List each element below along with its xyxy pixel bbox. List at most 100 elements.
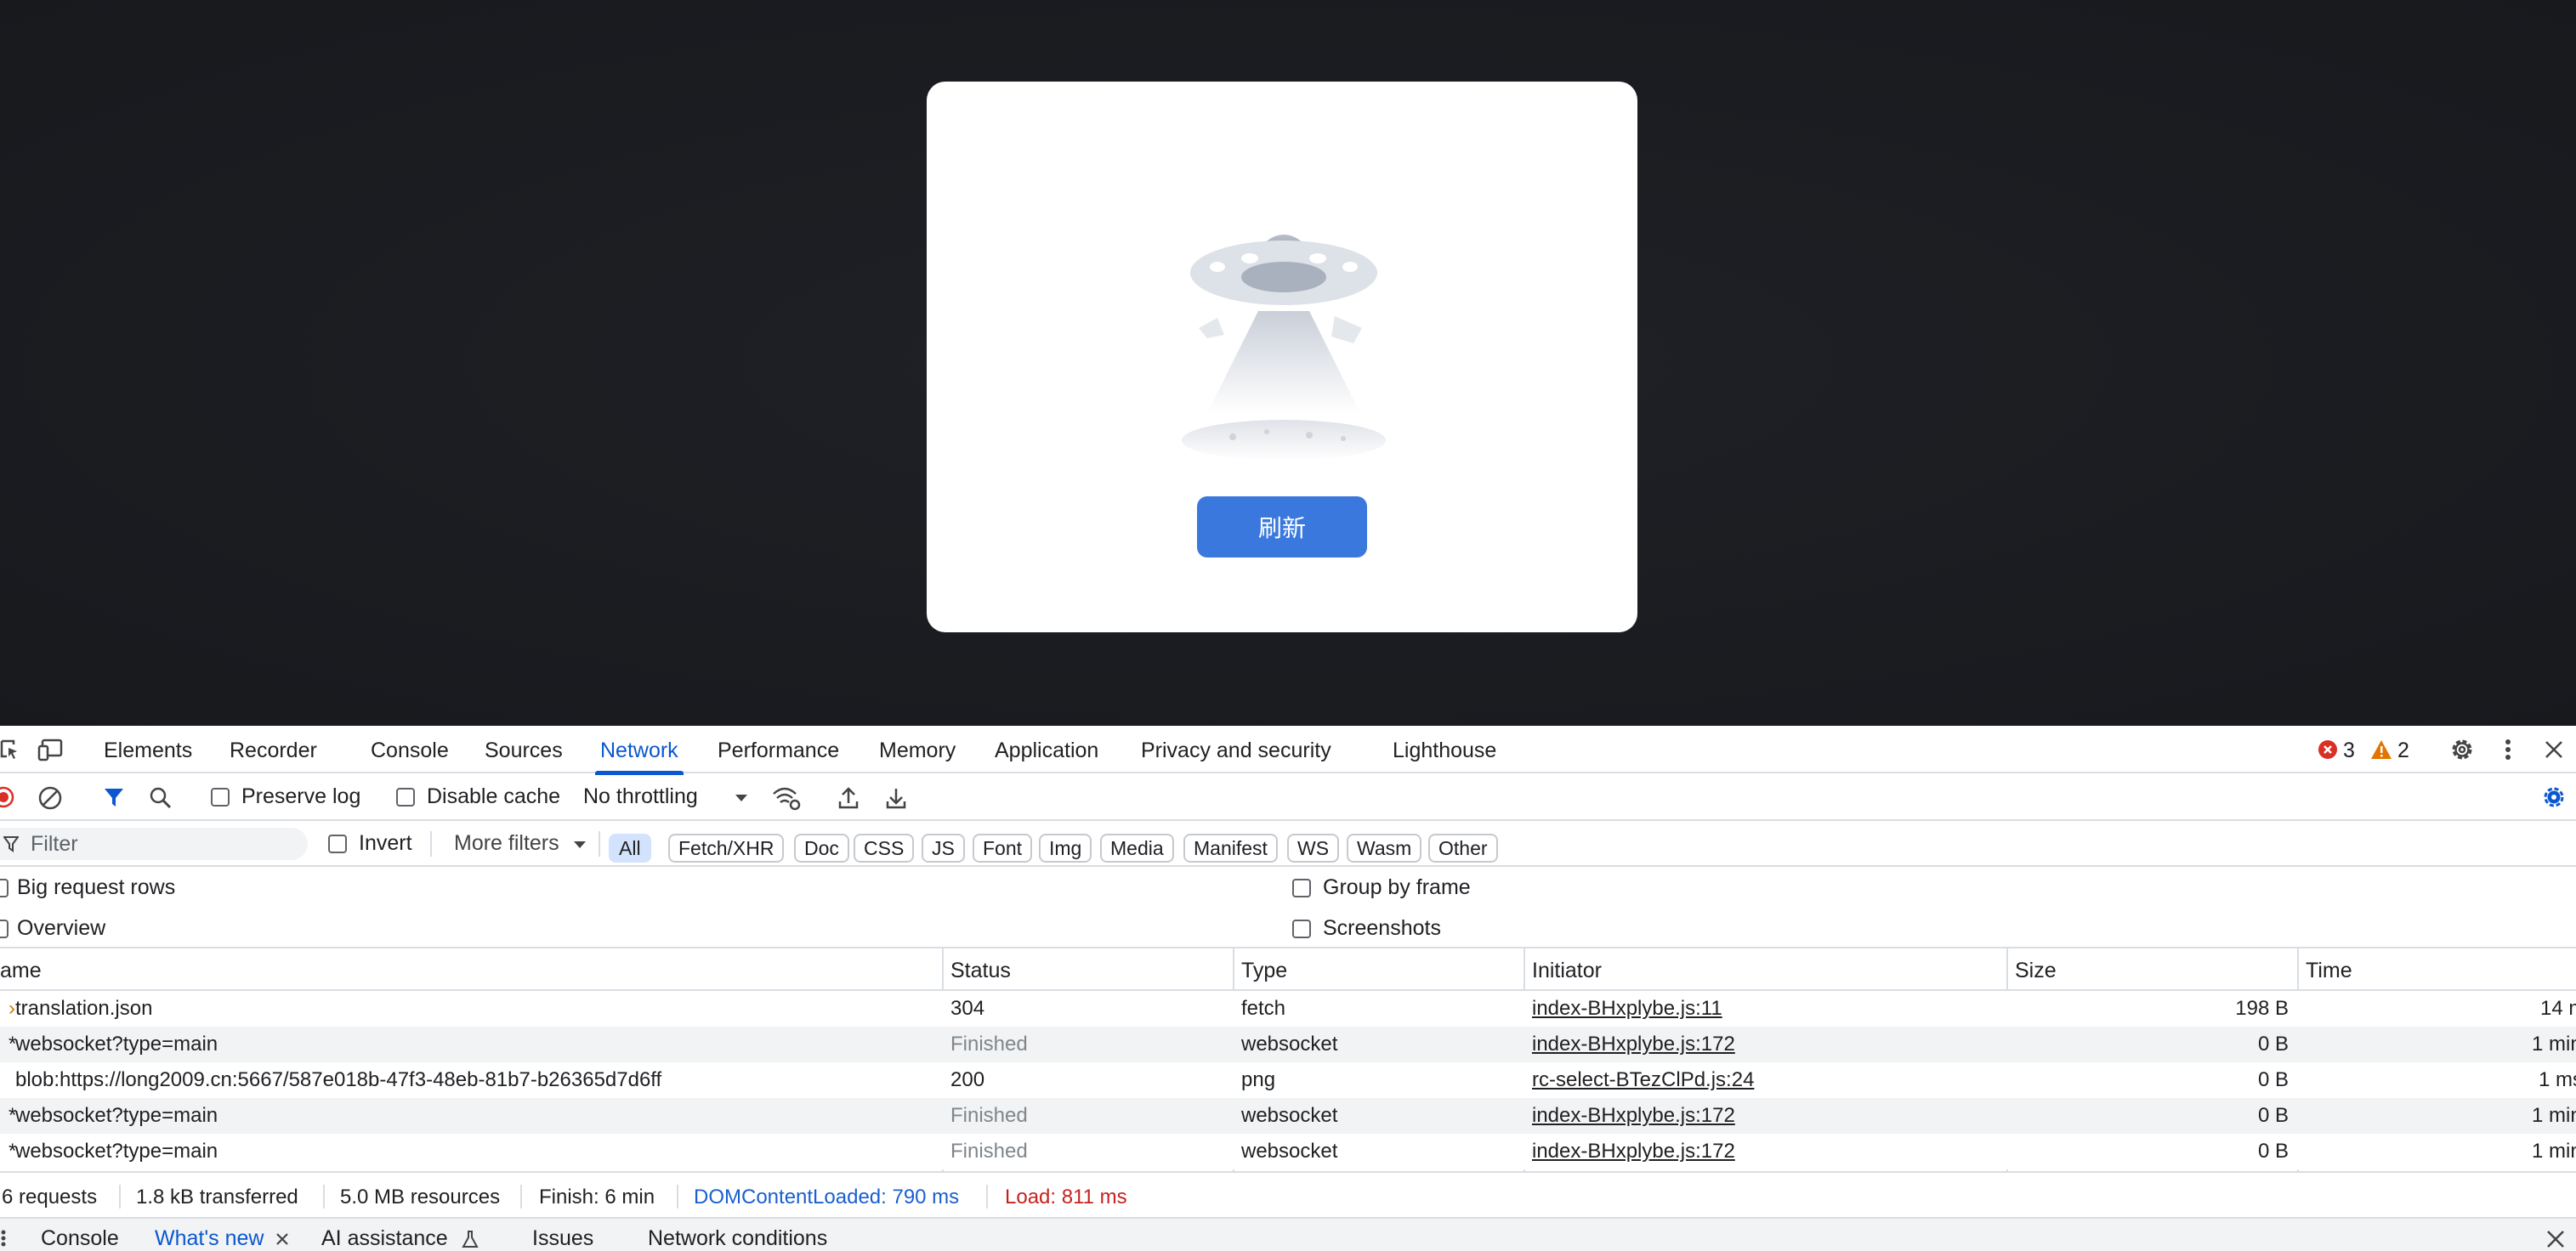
drawer-tab-network-conditions[interactable]: Network conditions xyxy=(648,1219,827,1251)
column-type[interactable]: Type xyxy=(1233,948,1287,991)
error-count[interactable]: 3 xyxy=(2343,726,2355,773)
chip-img[interactable]: Img xyxy=(1039,834,1092,863)
throttling-dropdown-icon[interactable] xyxy=(735,794,748,802)
drawer-tab-issues[interactable]: Issues xyxy=(532,1219,593,1251)
import-har-icon[interactable] xyxy=(837,785,860,811)
request-time: 14 ms xyxy=(2540,997,2576,1020)
record-stop-icon[interactable] xyxy=(0,786,17,808)
drawer-tab-ai-assistance[interactable]: AI assistance xyxy=(321,1219,448,1251)
chip-font[interactable]: Font xyxy=(973,834,1033,863)
chip-other[interactable]: Other xyxy=(1428,834,1498,863)
drawer-menu-icon[interactable] xyxy=(0,1227,7,1249)
preserve-log-checkbox[interactable] xyxy=(211,788,230,807)
chip-wasm[interactable]: Wasm xyxy=(1347,834,1422,863)
tab-performance[interactable]: Performance xyxy=(718,726,839,773)
screenshots-checkbox[interactable] xyxy=(1292,920,1311,938)
search-icon[interactable] xyxy=(148,785,173,811)
chip-css[interactable]: CSS xyxy=(854,834,915,863)
request-size: 198 B xyxy=(2235,997,2289,1020)
more-filters-dropdown-icon[interactable] xyxy=(573,840,587,850)
table-row[interactable]: * websocket?type=main Finished websocket… xyxy=(0,1098,2576,1134)
filter-funnel-icon[interactable] xyxy=(102,785,126,809)
request-name[interactable]: websocket?type=main xyxy=(7,1027,942,1062)
more-filters-button[interactable]: More filters xyxy=(454,831,559,856)
export-har-icon[interactable] xyxy=(884,785,908,811)
network-settings-gear-icon[interactable] xyxy=(2540,784,2567,811)
summary-bar: 6 requests 1.8 kB transferred 5.0 MB res… xyxy=(0,1171,2576,1219)
settings-gear-icon[interactable] xyxy=(2448,736,2476,763)
inspect-element-icon[interactable] xyxy=(0,738,19,761)
chip-doc[interactable]: Doc xyxy=(794,834,849,863)
close-drawer-icon[interactable] xyxy=(2545,1229,2566,1249)
chip-ws[interactable]: WS xyxy=(1287,834,1340,863)
filter-input[interactable]: Filter xyxy=(31,832,78,857)
chip-all[interactable]: All xyxy=(609,834,651,863)
column-status[interactable]: Status xyxy=(942,948,1011,991)
request-name[interactable]: blob:https://long2009.cn:5667/587e018b-4… xyxy=(7,1062,942,1098)
tab-elements[interactable]: Elements xyxy=(104,726,192,773)
table-row[interactable]: * websocket?type=main Finished websocket… xyxy=(0,1027,2576,1062)
table-row[interactable]: * websocket?type=main Finished websocket… xyxy=(0,1134,2576,1169)
request-initiator-link[interactable]: index-BHxplybe.js:172 xyxy=(1523,1098,2006,1134)
devtools-panel: Elements Recorder Console Sources Networ… xyxy=(0,726,2576,1251)
request-initiator-link[interactable]: index-BHxplybe.js:11 xyxy=(1523,991,2006,1027)
filter-input-box[interactable]: Filter xyxy=(0,828,308,860)
tab-application[interactable]: Application xyxy=(995,726,1098,773)
requests-table: ame Status Type Initiator Size Time › tr… xyxy=(0,948,2576,1219)
summary-load: Load: 811 ms xyxy=(1005,1186,1127,1209)
column-time[interactable]: Time xyxy=(2297,948,2352,991)
table-row[interactable]: blob:https://long2009.cn:5667/587e018b-4… xyxy=(0,1062,2576,1098)
warning-count[interactable]: 2 xyxy=(2397,726,2409,773)
tab-network[interactable]: Network xyxy=(595,726,684,775)
request-status: 200 xyxy=(950,1068,985,1091)
table-row[interactable]: › translation.json 304 fetch index-BHxpl… xyxy=(0,991,2576,1027)
tab-privacy-security[interactable]: Privacy and security xyxy=(1141,726,1331,773)
device-toolbar-icon[interactable] xyxy=(37,738,65,761)
summary-divider xyxy=(323,1185,325,1209)
overview-label: Overview xyxy=(17,916,106,940)
close-tab-icon[interactable] xyxy=(274,1231,291,1248)
group-by-frame-checkbox[interactable] xyxy=(1292,879,1311,897)
invert-checkbox[interactable] xyxy=(328,835,347,853)
request-size: 0 B xyxy=(2257,1033,2289,1056)
tab-console[interactable]: Console xyxy=(371,726,449,773)
big-request-rows-checkbox[interactable] xyxy=(0,879,9,897)
request-name[interactable]: websocket?type=main xyxy=(7,1134,942,1169)
refresh-button[interactable]: 刷新 xyxy=(1197,496,1367,558)
tab-memory[interactable]: Memory xyxy=(879,726,956,773)
tab-lighthouse[interactable]: Lighthouse xyxy=(1393,726,1496,773)
table-body: › translation.json 304 fetch index-BHxpl… xyxy=(0,991,2576,1171)
chip-fetch-xhr[interactable]: Fetch/XHR xyxy=(668,834,785,863)
request-size: 0 B xyxy=(2257,1068,2289,1091)
drawer-tab-whats-new[interactable]: What's new xyxy=(155,1219,264,1251)
request-initiator-link[interactable]: index-BHxplybe.js:172 xyxy=(1523,1134,2006,1169)
tab-recorder[interactable]: Recorder xyxy=(230,726,317,773)
summary-domcontentloaded: DOMContentLoaded: 790 ms xyxy=(694,1186,960,1209)
request-time: 1 ms xyxy=(2539,1068,2576,1091)
request-status: Finished xyxy=(950,1033,1028,1056)
chip-manifest[interactable]: Manifest xyxy=(1183,834,1278,863)
drawer-tab-console[interactable]: Console xyxy=(41,1219,119,1251)
request-initiator-link[interactable]: rc-select-BTezClPd.js:24 xyxy=(1523,1062,2006,1098)
request-size: 0 B xyxy=(2257,1104,2289,1127)
request-initiator-link[interactable]: index-BHxplybe.js:172 xyxy=(1523,1027,2006,1062)
request-name[interactable]: websocket?type=main xyxy=(7,1098,942,1134)
error-icon[interactable] xyxy=(2318,739,2338,760)
column-name[interactable]: ame xyxy=(0,948,42,991)
chip-js[interactable]: JS xyxy=(922,834,965,863)
tab-sources[interactable]: Sources xyxy=(485,726,563,773)
close-devtools-icon[interactable] xyxy=(2542,738,2566,761)
disable-cache-checkbox[interactable] xyxy=(396,788,415,807)
request-name[interactable]: translation.json xyxy=(7,991,942,1027)
network-conditions-icon[interactable] xyxy=(772,785,801,811)
more-options-icon[interactable] xyxy=(2501,736,2515,763)
request-status: Finished xyxy=(950,1104,1028,1127)
chip-media[interactable]: Media xyxy=(1100,834,1174,863)
overview-checkbox[interactable] xyxy=(0,920,9,938)
clear-log-icon[interactable] xyxy=(37,785,63,811)
throttling-select[interactable]: No throttling xyxy=(583,784,698,809)
column-size[interactable]: Size xyxy=(2006,948,2057,991)
summary-divider xyxy=(986,1185,988,1209)
column-initiator[interactable]: Initiator xyxy=(1523,948,1602,991)
warning-icon[interactable] xyxy=(2370,739,2392,760)
